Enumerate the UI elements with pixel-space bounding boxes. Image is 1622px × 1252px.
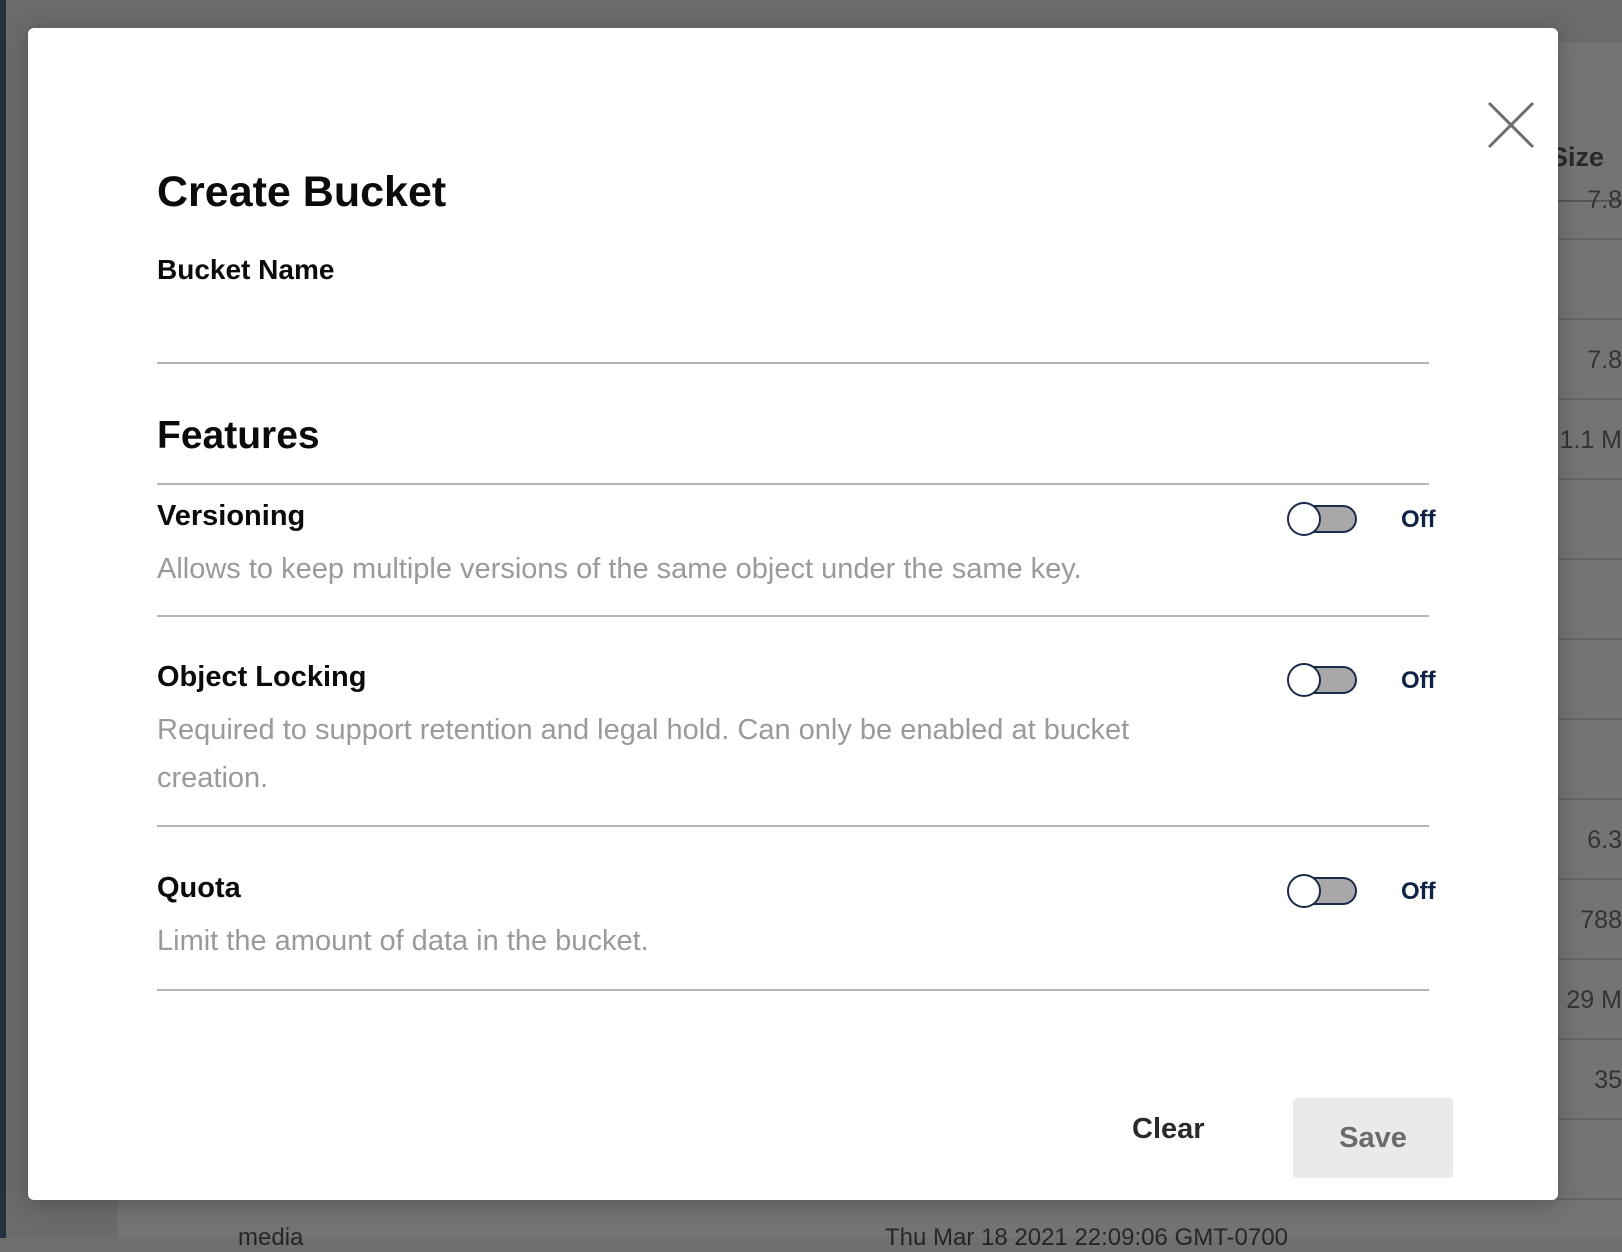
feature-quota-description: Limit the amount of data in the bucket. [157,925,649,957]
feature-object-locking-title: Object Locking [157,661,367,693]
object-locking-toggle[interactable] [1287,663,1359,697]
features-divider [157,483,1429,485]
quota-toggle-state: Off [1401,878,1436,905]
create-bucket-modal: Create Bucket Bucket Name Features Versi… [28,28,1558,1200]
modal-title: Create Bucket [157,168,447,216]
feature-versioning-description: Allows to keep multiple versions of the … [157,553,1082,585]
versioning-toggle-state: Off [1401,506,1436,533]
bucket-name-input[interactable] [157,300,1429,364]
toggle-knob [1287,663,1321,697]
versioning-toggle[interactable] [1287,502,1359,536]
close-icon [1487,101,1535,149]
feature-versioning: Versioning Allows to keep multiple versi… [157,490,1436,617]
close-button[interactable] [1486,100,1536,150]
feature-object-locking: Object Locking Required to support reten… [157,617,1436,827]
feature-quota: Quota Limit the amount of data in the bu… [157,827,1436,991]
feature-object-locking-description: Required to support retention and legal … [157,714,1130,794]
bucket-name-label: Bucket Name [157,254,335,285]
feature-versioning-title: Versioning [157,500,306,532]
toggle-knob [1287,502,1321,536]
save-button[interactable]: Save [1293,1098,1453,1178]
features-section-title: Features [157,414,320,457]
clear-button[interactable]: Clear [1120,1096,1217,1162]
feature-quota-title: Quota [157,872,241,904]
object-locking-toggle-state: Off [1401,667,1436,694]
quota-toggle[interactable] [1287,874,1359,908]
toggle-knob [1287,874,1321,908]
